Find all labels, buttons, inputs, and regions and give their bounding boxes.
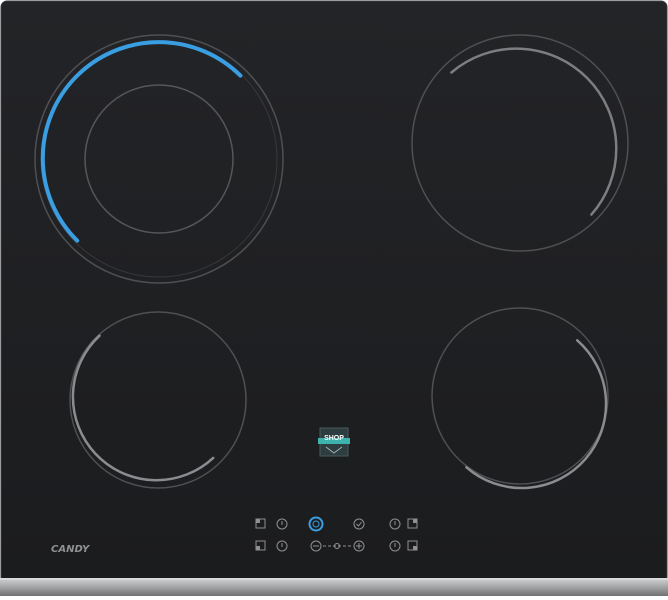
- shop-badge: SHOP: [318, 427, 350, 457]
- cooktop: SHOP CANDY: [0, 0, 668, 596]
- glass-surface: [0, 0, 668, 584]
- brand-logo: CANDY: [51, 544, 91, 555]
- steel-frame: [0, 578, 668, 596]
- badge-text: SHOP: [324, 435, 344, 442]
